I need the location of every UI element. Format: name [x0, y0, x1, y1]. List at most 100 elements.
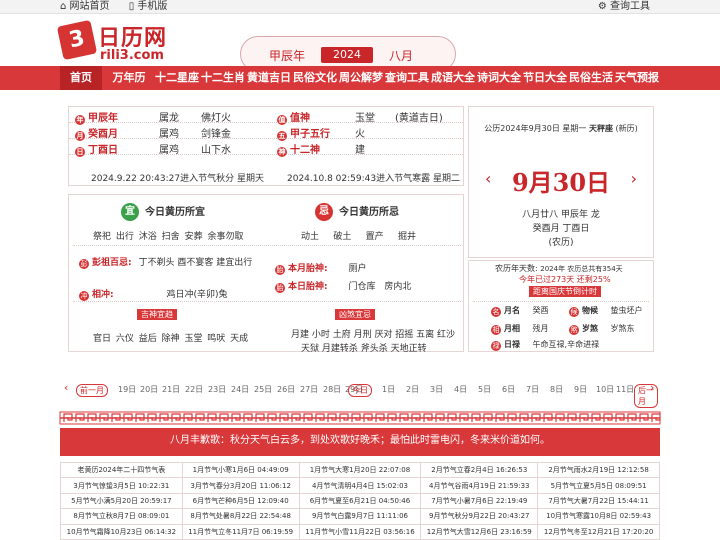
table-cell[interactable]: 7月节气小暑7月6日 22:19:49: [420, 492, 539, 510]
table-cell[interactable]: 4月节气清明4月4日 15:02:03: [298, 477, 422, 494]
xiongsha-title: 凶煞宜忌: [335, 309, 375, 320]
tools-link[interactable]: ⚙ 查询工具: [598, 0, 650, 14]
mobile-link[interactable]: ▯ 手机版: [129, 1, 176, 12]
suisha-icon: 煞: [569, 325, 579, 335]
nav-shengxiao[interactable]: 十二生肖: [200, 66, 246, 90]
table-cell[interactable]: 10月节气霜降10月23日 06:14:32: [60, 523, 183, 540]
home-link[interactable]: ⌂ 网站首页: [60, 1, 118, 12]
date-item[interactable]: 20日: [140, 384, 158, 395]
today-button[interactable]: 今日: [348, 384, 372, 397]
date-detail-box: 公历2024年9月30日 星期一 天秤座 (新历) ‹ 9月30日 › 八月廿八…: [468, 106, 654, 258]
nav-tools[interactable]: 查询工具: [384, 66, 430, 90]
prev-month-button[interactable]: 前一月: [76, 384, 108, 397]
nav-huangdao[interactable]: 黄道吉日: [246, 66, 292, 90]
date-item[interactable]: 21日: [162, 384, 180, 395]
pengzu-icon: 彭: [79, 259, 89, 269]
nav-zhougong[interactable]: 周公解梦: [338, 66, 384, 90]
table-cell[interactable]: 11月节气立冬11月7日 06:19:59: [181, 523, 300, 540]
table-cell[interactable]: 6月节气夏至6月21日 04:50:46: [298, 492, 422, 510]
date-item[interactable]: 19日: [118, 384, 136, 395]
countdown-button[interactable]: 距离国庆节倒计时: [529, 286, 601, 297]
nav-wannianli[interactable]: 万年历: [106, 66, 152, 90]
date-item[interactable]: 1日: [382, 384, 395, 395]
xiongsha-line1: 月建 小时 土府 月刑 厌对 招摇 五离 红沙: [291, 330, 456, 340]
nav-tianqi[interactable]: 天气预报: [614, 66, 660, 90]
table-cell[interactable]: 11月节气小雪11月22日 03:56:16: [298, 523, 422, 540]
date-item[interactable]: 10日: [596, 384, 614, 395]
nav-shici[interactable]: 诗词大全: [476, 66, 522, 90]
lunar-line-1: 八月廿八 甲辰年 龙: [522, 210, 600, 220]
table-cell[interactable]: 9月节气秋分9月22日 20:43:27: [420, 508, 539, 525]
table-cell[interactable]: 5月节气立夏5月5日 08:09:51: [537, 477, 660, 494]
table-cell[interactable]: 1月节气小寒1月6日 04:49:09: [181, 461, 300, 479]
date-item[interactable]: 26日: [277, 384, 295, 395]
date-item[interactable]: 23日: [208, 384, 226, 395]
table-cell[interactable]: 12月节气大雪12月6日 23:16:59: [420, 523, 539, 540]
lunar-line-2: 癸酉月 丁酉日: [532, 224, 590, 234]
date-item[interactable]: 3日: [430, 384, 443, 395]
table-cell[interactable]: 3月节气春分3月20日 11:06:12: [181, 477, 300, 494]
nav-chengyu[interactable]: 成语大全: [430, 66, 476, 90]
next-day-button[interactable]: ›: [631, 169, 637, 188]
date-item[interactable]: 27日: [300, 384, 318, 395]
jieqi-next: 2024.10.8 02:59:43进入节气寒露 星期二: [287, 174, 460, 184]
nav-shenghuo[interactable]: 民俗生活: [568, 66, 614, 90]
table-cell[interactable]: 8月节气处暑8月22日 22:54:48: [181, 508, 300, 525]
yuexiang-icon: 相: [491, 325, 501, 335]
date-item[interactable]: 11日: [616, 384, 634, 395]
table-cell[interactable]: 3月节气惊蛰3月5日 10:22:31: [60, 477, 183, 494]
date-item[interactable]: 8日: [550, 384, 563, 395]
date-item[interactable]: 6日: [502, 384, 515, 395]
date-item[interactable]: 4日: [454, 384, 467, 395]
date-item[interactable]: 24日: [231, 384, 249, 395]
nav-home[interactable]: 首页: [60, 66, 102, 90]
logo-mark: 3: [56, 19, 98, 61]
table-cell[interactable]: 7月节气大暑7月22日 15:44:11: [537, 492, 660, 510]
top-bar: ⌂ 网站首页 ▯ 手机版 ⚙ 查询工具: [0, 0, 720, 14]
next-arrow-icon[interactable]: ›: [650, 381, 654, 394]
header: 3 日历网 rili3.com 甲辰年 2024 八月: [0, 14, 720, 72]
jishen-title: 吉神宜趋: [137, 309, 177, 320]
nav-jieri[interactable]: 节日大全: [522, 66, 568, 90]
nav-minsu[interactable]: 民俗文化: [292, 66, 338, 90]
taishen-month-icon: 胎: [275, 265, 285, 275]
yiji-box: 宜今日黄历所宜 忌今日黄历所忌 祭祀 出行 沐浴 扫舍 安葬 余事勿取 动土 破…: [68, 194, 464, 354]
table-cell[interactable]: 9月节气白露9月7日 11:11:06: [298, 508, 422, 525]
date-strip: ‹ 前一月 19日 20日 21日 22日 23日 24日 25日 26日 27…: [64, 381, 658, 408]
lunar-line-3: (农历): [548, 238, 574, 248]
logo-domain: rili3.com: [100, 48, 164, 63]
date-item[interactable]: 22日: [185, 384, 203, 395]
date-item[interactable]: 7日: [526, 384, 539, 395]
year-value[interactable]: 2024: [321, 47, 373, 63]
date-item[interactable]: 28日: [323, 384, 341, 395]
prev-arrow-icon[interactable]: ‹: [64, 381, 68, 394]
nav-xingzuo[interactable]: 十二星座: [154, 66, 200, 90]
ji-title: 今日黄历所忌: [339, 207, 399, 218]
taishen-day-icon: 胎: [275, 283, 285, 293]
xiongsha-line2: 天狱 月建转杀 斧头杀 天地正转: [301, 344, 427, 354]
site-logo[interactable]: 3 日历网 rili3.com: [56, 19, 180, 66]
table-cell[interactable]: 12月节气冬至12月21日 17:20:20: [537, 523, 660, 540]
table-cell[interactable]: 2月节气雨水2月19日 12:12:58: [537, 461, 660, 479]
date-item[interactable]: 5日: [478, 384, 491, 395]
ganzhi-info-box: 年甲辰年 属龙 佛灯火 值值神 玉堂 (黄道吉日) 月癸酉月 属鸡 剑锋金 五甲…: [68, 106, 464, 186]
ganzhi-year[interactable]: 甲辰年: [269, 47, 305, 64]
jishen-items: 官日 六仪 益后 除神 玉堂 鸣吠 天成: [93, 334, 249, 344]
date-item[interactable]: 9日: [574, 384, 587, 395]
ji-icon: 忌: [315, 203, 333, 221]
table-cell[interactable]: 5月节气小满5月20日 20:59:17: [60, 492, 183, 510]
table-cell[interactable]: 10月节气寒露10月8日 02:59:43: [537, 508, 660, 525]
lunar-month[interactable]: 八月: [389, 47, 413, 64]
main-nav: 首页 万年历 十二星座 十二生肖 黄道吉日 民俗文化 周公解梦 查询工具 成语大…: [0, 66, 720, 90]
big-date: 9月30日: [511, 168, 611, 197]
table-cell[interactable]: 1月节气大寒1月20日 22:07:08: [298, 461, 422, 479]
jieqi-current: 2024.9.22 20:43:27进入节气秋分 星期天: [91, 174, 264, 184]
table-cell[interactable]: 老黄历2024年二十四节气表: [60, 461, 183, 479]
table-cell[interactable]: 4月节气谷雨4月19日 21:59:33: [420, 477, 539, 494]
date-item[interactable]: 25日: [254, 384, 272, 395]
table-cell[interactable]: 6月节气芒种6月5日 12:09:40: [181, 492, 300, 510]
date-item[interactable]: 2日: [406, 384, 419, 395]
yueming-icon: 名: [491, 307, 501, 317]
table-cell[interactable]: 8月节气立秋8月7日 08:09:01: [60, 508, 183, 525]
table-cell[interactable]: 2月节气立春2月4日 16:26:53: [420, 461, 539, 479]
